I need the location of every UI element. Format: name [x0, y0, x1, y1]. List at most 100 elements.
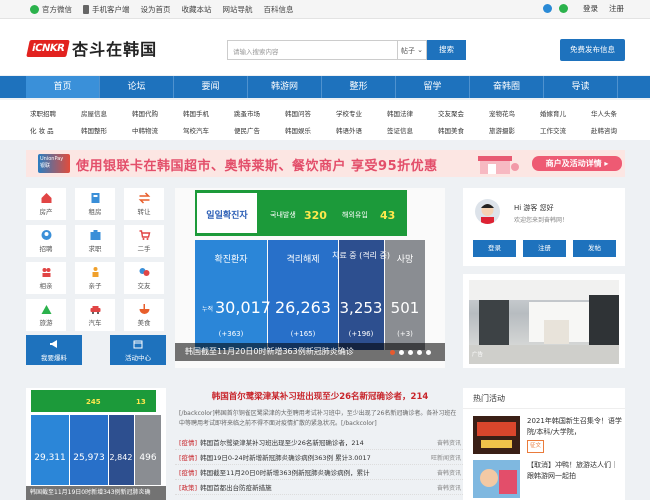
category-parenting[interactable]: 亲子 — [75, 262, 115, 294]
subnav-link[interactable]: 赴韩咨询 — [591, 125, 642, 135]
mobile-client-link[interactable]: 手机客户端 — [83, 4, 130, 15]
category-secondhand[interactable]: 二手 — [124, 225, 164, 257]
subnav-link[interactable]: 驾校汽车 — [183, 125, 234, 135]
subnav-link[interactable]: 韩国法律 — [387, 108, 438, 118]
add-favorite-link[interactable]: 收藏本站 — [182, 4, 212, 15]
nav-news[interactable]: 要闻 — [174, 76, 248, 98]
list-item[interactable]: [疫情] 韩国19日0-24时新增新冠肺炎确诊病例363例 累计3.0017 旺新闻… — [175, 450, 465, 465]
nav-study[interactable]: 留学 — [396, 76, 470, 98]
slider-dots — [390, 350, 431, 355]
category-grid: 房产 租房 转让 招聘 求职 二手 相亲 亲子 交友 旅游 汽车 美食 我要爆料… — [26, 188, 166, 368]
news-tag: [疫情] — [179, 454, 198, 462]
qq-icon[interactable] — [543, 4, 552, 13]
user-login-button[interactable]: 登录 — [473, 240, 516, 257]
news-headline[interactable]: 韩国首尔鹭梁津某补习班出现至少26名新冠确诊者，214 — [175, 390, 465, 402]
list-item[interactable]: [疫情] 韩国首尔鹭梁津某补习班出现至少26名新冠确诊者，214 奋韩资讯 — [175, 435, 465, 450]
subnav-link[interactable]: 中韩物流 — [132, 125, 183, 135]
subnav-link[interactable]: 婚嫁育儿 — [540, 108, 591, 118]
subnav-link[interactable]: 跳蚤市场 — [234, 108, 285, 118]
subnav-link[interactable]: 韩国手机 — [183, 108, 234, 118]
recruit-icon — [41, 230, 51, 240]
category-travel[interactable]: 旅游 — [26, 299, 66, 331]
activity-center-button[interactable]: 活动中心 — [110, 335, 166, 365]
subnav-link[interactable]: 签证信息 — [387, 125, 438, 135]
subnav-link[interactable]: 韩国整形 — [81, 125, 132, 135]
subnav-link[interactable]: 交友聚会 — [438, 108, 489, 118]
set-homepage-link[interactable]: 设为首页 — [141, 4, 171, 15]
death-delta: (+3) — [397, 330, 413, 338]
wechat-login-icon[interactable] — [559, 4, 568, 13]
category-blind-date[interactable]: 相亲 — [26, 262, 66, 294]
treatment-delta: (+196) — [349, 330, 374, 338]
news-title: 韩国首尔鹭梁津某补习班出现至少26名新冠确诊者，214 — [200, 439, 364, 447]
slider-dot[interactable] — [408, 350, 413, 355]
user-register-button[interactable]: 注册 — [523, 240, 566, 257]
unionpay-banner[interactable]: UnionPay 银联 使用银联卡在韩国超市、奥特莱斯、餐饮商户 享受95折优惠… — [26, 150, 625, 177]
list-item[interactable]: [政策] 韩国首都出台防疫新措施 奋韩资讯 — [175, 480, 465, 495]
subnav-link[interactable]: 宠物花鸟 — [489, 108, 540, 118]
subnav-link[interactable]: 房屋信息 — [81, 108, 132, 118]
slider-dot[interactable] — [399, 350, 404, 355]
wechat-link[interactable]: 官方微信 — [30, 4, 72, 15]
register-link[interactable]: 注册 — [609, 3, 624, 14]
confirmed-label: 확진환자 — [214, 253, 248, 265]
category-job-seek[interactable]: 求职 — [75, 225, 115, 257]
welcome-text: 欢迎您来到奋韩网！ — [514, 217, 569, 224]
free-post-button[interactable]: 免费发布信息 — [560, 39, 625, 61]
subnav-link[interactable]: 韩国代购 — [132, 108, 183, 118]
slider-dot[interactable] — [390, 350, 395, 355]
news-source: 旺新闻资讯 — [430, 454, 461, 462]
hot-item[interactable]: 【取消】冲鸭！旅游达人们｜跟韩游网一起拍 — [473, 460, 623, 500]
released-label: 격리해제 — [286, 253, 319, 265]
nav-forum[interactable]: 论坛 — [100, 76, 174, 98]
category-house[interactable]: 房产 — [26, 188, 66, 220]
subnav-link[interactable]: 韩语外语 — [336, 125, 387, 135]
subnav-link[interactable]: 求职招聘 — [30, 108, 81, 118]
slider-dot[interactable] — [426, 350, 431, 355]
subnav-link[interactable]: 华人头条 — [591, 108, 642, 118]
slider-dot[interactable] — [417, 350, 422, 355]
category-food[interactable]: 美食 — [124, 299, 164, 331]
report-news-button[interactable]: 我要爆料 — [26, 335, 82, 365]
news-title: 韩国首都出台防疫新措施 — [200, 484, 272, 492]
subnav-link[interactable]: 韩国娱乐 — [285, 125, 336, 135]
nav-home[interactable]: 首页 — [26, 76, 100, 98]
nav-travel[interactable]: 韩游网 — [248, 76, 322, 98]
wiki-link[interactable]: 百科信息 — [264, 4, 294, 15]
category-recruit[interactable]: 招聘 — [26, 225, 66, 257]
nav-plastic[interactable]: 整形 — [322, 76, 396, 98]
left-news-caption[interactable]: 韩国截至11月19日0时新增343例新冠肺炎确 — [26, 486, 166, 500]
hot-item-text: 2021年韩国新生召集令！语学院/本科/大学院， — [527, 417, 622, 436]
category-friends[interactable]: 交友 — [124, 262, 164, 294]
nav-guide[interactable]: 导读 — [544, 76, 618, 98]
site-navigation-link[interactable]: 网站导航 — [223, 4, 253, 15]
ad-panel[interactable]: 广告 — [463, 274, 625, 368]
search-input[interactable]: 请输入搜索内容 — [227, 40, 397, 60]
nav-circle[interactable]: 奋韩圈 — [470, 76, 544, 98]
search-button[interactable]: 搜索 — [427, 40, 466, 60]
hot-activities: 热门活动 2021年韩国新生召集令！语学院/本科/大学院， 征文 【取消】冲鸭！旅… — [463, 388, 625, 500]
list-item[interactable]: [疫情] 韩国截至11月20日0时新增363例新冠肺炎确诊病例，累计 奋韩资讯 — [175, 465, 465, 480]
merchant-details-button[interactable]: 商户及活动详情 ▸ — [532, 156, 622, 171]
category-car[interactable]: 汽车 — [75, 299, 115, 331]
news-slider[interactable]: 일일확진자 국내발생 320 해외유입 43 확진환자 격리해제 치료 중 (격… — [175, 188, 445, 368]
subnav-link[interactable]: 旅游摄影 — [489, 125, 540, 135]
subnav-link[interactable]: 便民广告 — [234, 125, 285, 135]
activity-label: 活动中心 — [125, 354, 151, 362]
logo-badge: iCNKR — [26, 39, 70, 57]
login-link[interactable]: 登录 — [583, 3, 598, 14]
site-logo[interactable]: iCNKR 杏斗在韩国 — [26, 36, 157, 60]
news-tag: [疫情] — [179, 469, 198, 477]
subnav-link[interactable]: 韩国美食 — [438, 125, 489, 135]
category-transfer[interactable]: 转让 — [124, 188, 164, 220]
house-icon — [41, 193, 51, 203]
subnav-link[interactable]: 工作交流 — [540, 125, 591, 135]
subnav-link[interactable]: 韩国问答 — [285, 108, 336, 118]
subnav-link[interactable]: 化 妆 品 — [30, 125, 81, 135]
user-post-button[interactable]: 发帖 — [573, 240, 616, 257]
left-news-image[interactable]: 245 13 29,311 25,973 2,842 496 韩国截至11月19… — [26, 388, 166, 500]
search-type-select[interactable]: 帖子 ⌄ — [397, 40, 427, 60]
hot-item[interactable]: 2021年韩国新生召集令！语学院/本科/大学院， 征文 — [473, 416, 623, 456]
category-rent[interactable]: 租房 — [75, 188, 115, 220]
subnav-link[interactable]: 学校专业 — [336, 108, 387, 118]
